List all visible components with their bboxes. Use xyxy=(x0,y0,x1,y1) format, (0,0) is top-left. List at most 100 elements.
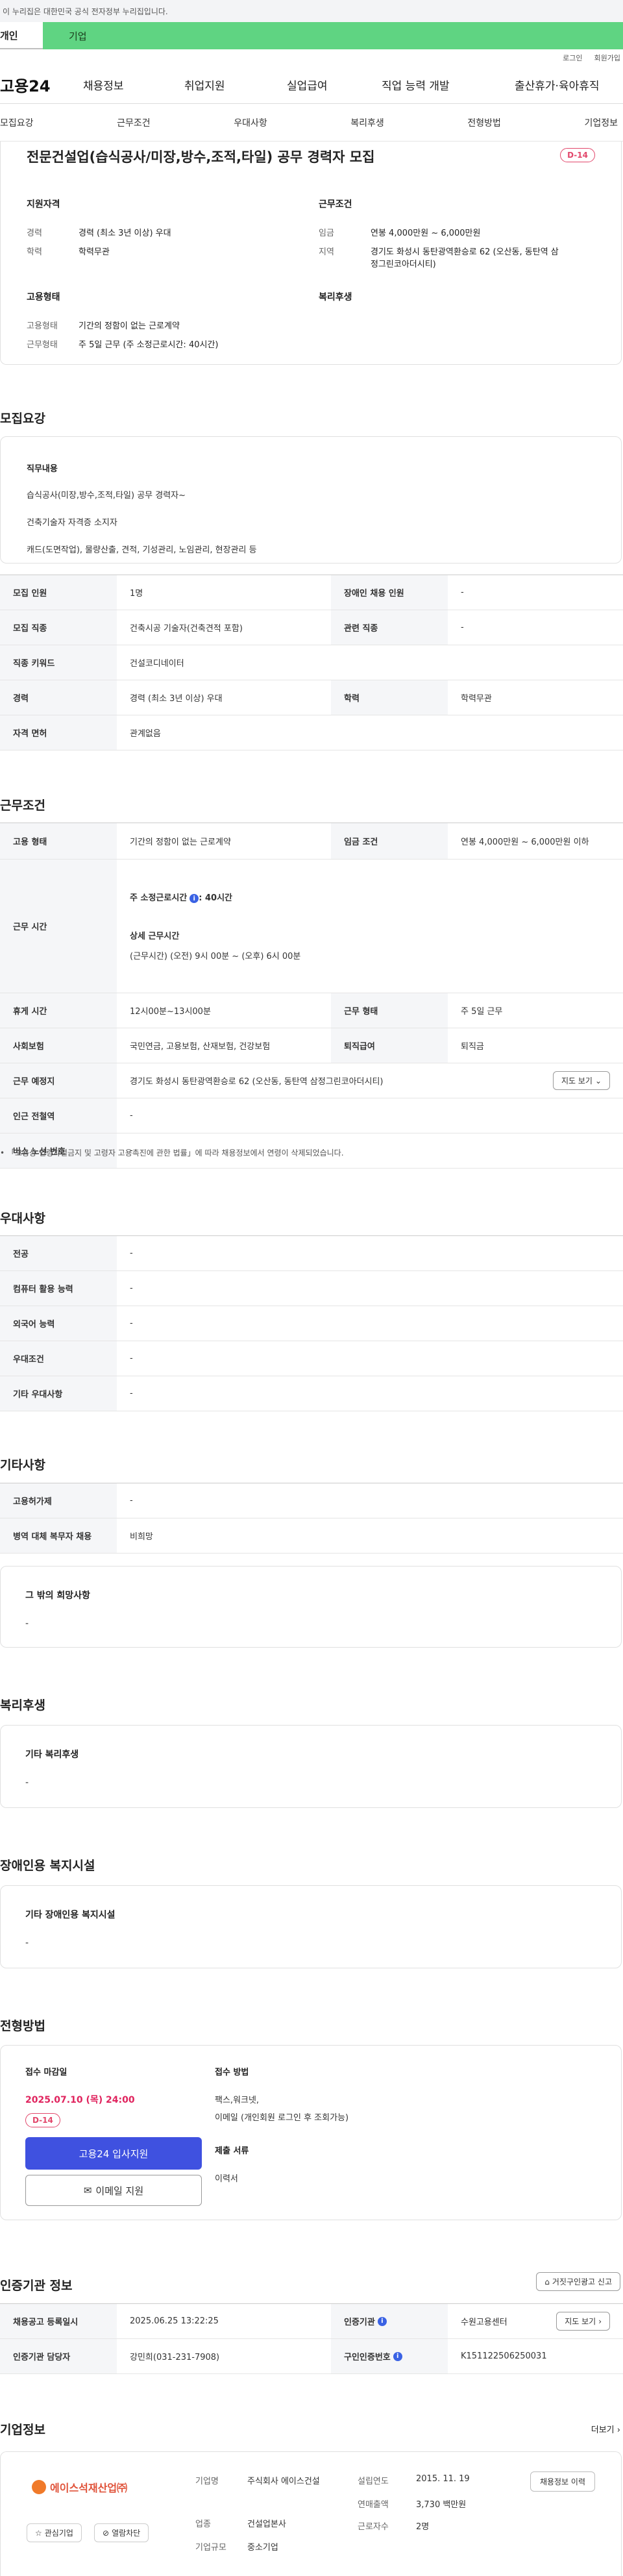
tab-welfare[interactable]: 복리후생 xyxy=(350,116,384,129)
section-heading-welfare: 복리후생 xyxy=(0,1698,45,1713)
docs-value: 이력서 xyxy=(215,2174,238,2184)
login-link[interactable]: 로그인 xyxy=(563,53,582,63)
company-name-label: 기업명 xyxy=(195,2477,219,2486)
row-value: - xyxy=(130,1496,133,1505)
table-row: 채용공고 등록일시 2025.06.25 13:22:25 인증기관 i 수원고용센터 지… xyxy=(0,2304,623,2339)
emp-value: 주 5일 근무 (주 소정근로시간: 40시간) xyxy=(79,340,219,350)
false-ad-report-button[interactable]: ⌂ 거짓구인광고 신고 xyxy=(536,2272,620,2291)
report-label: 거짓구인광고 신고 xyxy=(552,2277,612,2286)
row-label: 컴퓨터 활용 능력 xyxy=(0,1271,117,1306)
row-value: - xyxy=(461,588,464,597)
row-label: 우대조건 xyxy=(0,1341,117,1376)
row-label: 전공 xyxy=(0,1236,117,1270)
row-label: 자격 면허 xyxy=(0,715,117,750)
gov-banner: 이 누리집은 대한민국 공식 전자정부 누리집입니다. xyxy=(0,0,623,22)
site-logo[interactable]: 고용24 xyxy=(0,73,83,96)
agency-map-button[interactable]: 지도 보기 › xyxy=(556,2312,610,2331)
star-icon: ☆ xyxy=(35,2528,42,2538)
box-title: 기타 장애인용 복지시설 xyxy=(25,1910,116,1920)
page: 이 누리집은 대한민국 공식 전자정부 누리집입니다. 개인 기업 로그인 회원… xyxy=(0,0,623,2576)
row-label: 학력 xyxy=(331,680,448,715)
industry-label: 업종 xyxy=(195,2520,211,2529)
welfare-summary-title: 복리후생 xyxy=(319,292,352,303)
table-row: 휴게 시간 12시00분~13시00분 근무 형태 주 5일 근무 xyxy=(0,993,623,1028)
nav-training[interactable]: 직업 능력 개발 xyxy=(382,77,515,93)
row-label: 모집 인원 xyxy=(0,575,117,610)
docs-title: 제출 서류 xyxy=(215,2146,249,2156)
table-row: 우대조건 - xyxy=(0,1341,623,1376)
table-row: 근무 시간 주 소정근로시간 i: 40시간 상세 근무시간 (근무시간) (오전… xyxy=(0,860,623,993)
section-heading-disability: 장애인용 복지시설 xyxy=(0,1859,95,1873)
row-label: 외국어 능력 xyxy=(0,1306,117,1341)
row-label: 퇴직급여 xyxy=(331,1028,448,1063)
join-link[interactable]: 회원가입 xyxy=(594,53,620,63)
row-label: 고용 형태 xyxy=(0,823,117,859)
report-icon: ⌂ xyxy=(544,2277,550,2286)
table-row: 자격 면허 관계없음 xyxy=(0,715,623,750)
duty-line: 건축기술자 자격증 소지자 xyxy=(27,518,117,528)
sales-label: 연매출액 xyxy=(358,2500,389,2510)
table-row: 인근 전철역 - xyxy=(0,1098,623,1133)
row-value: 학력무관 xyxy=(461,694,492,704)
nav-unemployment[interactable]: 실업급여 xyxy=(287,77,382,93)
tab-individual[interactable]: 개인 xyxy=(0,22,43,49)
section-heading-process: 전형방법 xyxy=(0,2019,45,2033)
tab-conditions[interactable]: 근무조건 xyxy=(117,116,151,129)
more-link[interactable]: 더보기 › xyxy=(591,2423,620,2435)
bullet-icon: • xyxy=(0,1148,7,1158)
deadline-title: 접수 마감일 xyxy=(25,2068,67,2077)
info-icon[interactable]: i xyxy=(377,2316,387,2326)
work-label: 임금 xyxy=(319,229,334,238)
row-label: 채용공고 등록일시 xyxy=(0,2304,117,2338)
tab-preference[interactable]: 우대사항 xyxy=(234,116,267,129)
row-label: 경력 xyxy=(0,680,117,715)
row-label: 관련 직종 xyxy=(331,610,448,645)
logo-text: 에이스석재산업㈜ xyxy=(50,2482,128,2494)
apply-button[interactable]: 고용24 입사지원 xyxy=(25,2137,202,2170)
other-table: 고용허가제 - 병역 대체 복무자 채용 비희망 xyxy=(0,1483,623,1554)
main-nav: 고용24 채용정보 취업지원 실업급여 직업 능력 개발 출산휴가·육아휴직 xyxy=(0,66,623,104)
favorite-company-button[interactable]: ☆ 관심기업 xyxy=(27,2523,82,2542)
info-icon[interactable]: i xyxy=(393,2351,402,2361)
method-line: 이메일 (개인회원 로그인 후 조회가능) xyxy=(215,2113,349,2123)
table-row: 외국어 능력 - xyxy=(0,1306,623,1341)
qual-value: 경력 (최소 3년 이상) 우대 xyxy=(79,229,171,238)
tab-company[interactable]: 기업 xyxy=(43,22,623,49)
row-value: K151122506250031 xyxy=(461,2351,547,2361)
email-apply-button[interactable]: ✉ 이메일 지원 xyxy=(25,2175,202,2206)
util-bar: 로그인 회원가입 xyxy=(0,49,623,66)
nav-job-info[interactable]: 채용정보 xyxy=(83,77,184,93)
section-heading-recruit: 모집요강 xyxy=(0,412,45,426)
nav-parental-leave[interactable]: 출산휴가·육아휴직 xyxy=(515,77,600,93)
recruit-table: 모집 인원 1명 장애인 채용 인원 - 모집 직종 건축시공 기술자(건축견적 포함)… xyxy=(0,575,623,750)
table-row: 모집 직종 건축시공 기술자(건축견적 포함) 관련 직종 - xyxy=(0,610,623,645)
company-size-label: 기업규모 xyxy=(195,2543,226,2553)
job-history-button[interactable]: 채용정보 이력 xyxy=(530,2471,595,2492)
row-value: 건축시공 기술자(건축견적 포함) xyxy=(130,624,243,634)
row-label: 근무 예정지 xyxy=(0,1063,117,1098)
table-row: 병역 대체 복무자 채용 비희망 xyxy=(0,1518,623,1554)
row-value: - xyxy=(130,1111,133,1121)
info-icon[interactable]: i xyxy=(189,894,199,904)
tab-recruit[interactable]: 모집요강 xyxy=(0,116,34,129)
tab-process[interactable]: 전형방법 xyxy=(467,116,501,129)
section-heading-preference: 우대사항 xyxy=(0,1211,45,1226)
staff-label: 근로자수 xyxy=(358,2522,389,2532)
row-value: - xyxy=(130,1248,133,1258)
qual-label: 경력 xyxy=(27,229,42,238)
emp-value: 기간의 정함이 없는 근로계약 xyxy=(79,321,180,331)
block-view-button[interactable]: ⊘ 열람차단 xyxy=(94,2523,149,2542)
duty-title: 직무내용 xyxy=(27,464,58,474)
map-view-label: 지도 보기 xyxy=(561,1076,592,1085)
nav-employment-support[interactable]: 취업지원 xyxy=(184,77,287,93)
box-title: 그 밖의 희망사항 xyxy=(25,1591,90,1601)
industry-value: 건설업본사 xyxy=(247,2520,286,2529)
conditions-table: 고용 형태 기간의 정함이 없는 근로계약 임금 조건 연봉 4,000만원 ~ 6,… xyxy=(0,823,623,1169)
duty-line: 습식공사(미장,방수,조적,타일) 공무 경력자~ xyxy=(27,491,186,501)
duty-line: 캐드(도면작업), 물량산출, 견적, 기성관리, 노임관리, 현장관리 등 xyxy=(27,545,257,555)
row-value: - xyxy=(130,1354,133,1363)
tab-company-info[interactable]: 기업정보 xyxy=(584,116,618,129)
map-view-button[interactable]: 지도 보기 ⌄ xyxy=(552,1071,610,1090)
row-value: - xyxy=(130,1319,133,1328)
chevron-right-icon: › xyxy=(617,2425,620,2435)
